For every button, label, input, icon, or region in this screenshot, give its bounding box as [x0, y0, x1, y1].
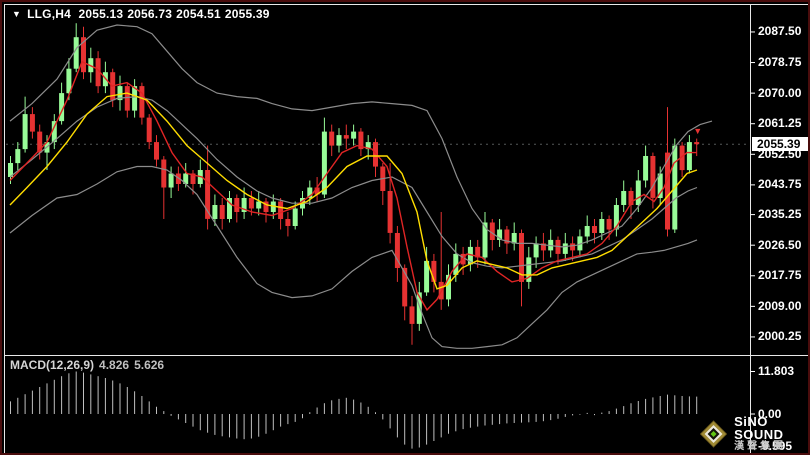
current-price-tag: 2055.39: [752, 137, 810, 151]
logo-text-cn: 漢聲集團: [734, 441, 808, 453]
price-axis-label: 2061.25: [758, 117, 801, 130]
price-axis-label: 2070.00: [758, 87, 801, 100]
price-axis-label: 2017.75: [758, 269, 801, 282]
trading-chart-window: ▼ LLG,H4 2055.132056.73 2054.51 2055.39 MAC…: [0, 0, 810, 455]
price-axis-label: 2078.75: [758, 56, 801, 69]
price-axis-label: 2009.00: [758, 300, 801, 313]
collapse-arrow-icon[interactable]: ▼: [12, 9, 21, 19]
macd-indicator-label: MACD(12,26,9) 4.826 5.626: [10, 358, 164, 372]
price-axis-label: 2000.25: [758, 330, 801, 343]
open-value: 2055.13: [79, 7, 124, 21]
sell-arrow-marker: ▼: [693, 126, 702, 136]
chart-canvas[interactable]: [2, 2, 810, 455]
high-value: 2056.73: [127, 7, 172, 21]
broker-logo: SiNO SOUND 漢聲集團: [700, 415, 808, 453]
close-value: 2055.39: [225, 7, 270, 21]
price-axis-label: 2026.50: [758, 239, 801, 252]
price-axis-label: 2035.25: [758, 208, 801, 221]
sino-sound-logo-icon: [700, 418, 727, 450]
macd-axis-label: 11.803: [758, 365, 794, 378]
macd-main-value: 4.826: [99, 358, 129, 372]
price-axis-label: 2087.50: [758, 25, 801, 38]
price-axis-label: 2043.75: [758, 178, 801, 191]
macd-signal-value: 5.626: [134, 358, 164, 372]
chart-header: ▼ LLG,H4 2055.132056.73 2054.51 2055.39: [12, 7, 274, 21]
symbol-period-label: LLG,H4: [27, 7, 71, 21]
logo-text-en: SiNO SOUND: [734, 415, 808, 441]
low-value: 2054.51: [176, 7, 221, 21]
macd-name: MACD(12,26,9): [10, 358, 94, 372]
